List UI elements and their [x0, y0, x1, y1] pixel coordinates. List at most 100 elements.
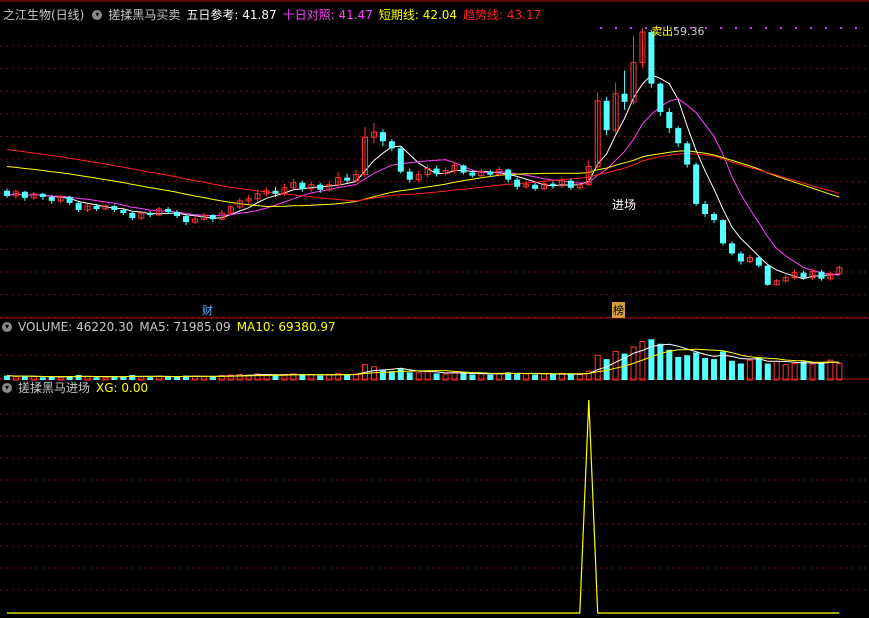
signal-line [7, 399, 840, 614]
candle-body [344, 177, 351, 181]
dot-marker [750, 27, 752, 29]
volume-bar [791, 363, 798, 381]
dot-marker [825, 27, 827, 29]
volume-bar [728, 360, 735, 380]
short-label: 短期线: [378, 8, 423, 22]
candle-body [460, 165, 467, 173]
price-header: 之江生物(日线) ▾ 搓揉黑马买卖 五日参考: 41.87 十日对照: 41.4… [0, 6, 547, 24]
volume-bar [836, 363, 843, 381]
chevron-down-icon[interactable]: ▾ [2, 383, 12, 393]
ma10-label: 十日对照: [282, 8, 339, 22]
candle-body [603, 100, 610, 131]
enter-annotation: 进场 [612, 198, 637, 212]
candle-body [818, 271, 825, 279]
candle-body [120, 209, 127, 214]
volume-bar [764, 363, 771, 380]
indicator-name[interactable]: 搓揉黑马买卖 [108, 6, 180, 24]
volume-bar [200, 376, 207, 381]
volume-bar [746, 359, 753, 381]
candle-body [129, 213, 136, 219]
candle-body [66, 196, 73, 203]
candle-body [549, 183, 556, 186]
volume-header: ▾ VOLUME: 46220.30 MA5: 71985.09 MA10: 6… [0, 318, 342, 336]
volume-bar [165, 376, 172, 380]
candle-body [75, 202, 82, 210]
volume-readout: VOLUME: 46220.30 [18, 318, 133, 336]
volume-bar [666, 349, 673, 380]
candle-body [648, 32, 655, 84]
volume-bar [397, 369, 404, 380]
candle-body [621, 93, 628, 102]
vol-ma5-value: 71985.09 [173, 320, 231, 334]
fin-badge[interactable]: 财 [202, 302, 213, 318]
candle-body [272, 190, 279, 194]
candle-body [720, 220, 726, 244]
vol-ma10-readout: MA10: 69380.97 [237, 318, 336, 336]
ma5-line [6, 74, 840, 280]
volume-bar [370, 366, 377, 381]
candle-body [93, 205, 100, 209]
volume-bar [773, 360, 780, 381]
rank-badge[interactable]: 榜 [612, 302, 625, 318]
volume-bar [702, 358, 709, 380]
dot-marker [735, 27, 737, 29]
ma10-value: 41.47 [338, 8, 373, 22]
chevron-down-icon[interactable]: ▾ [92, 10, 103, 20]
candle-body [675, 128, 682, 144]
volume-bar [648, 339, 655, 380]
candle-body [406, 171, 413, 180]
volume-bar [693, 352, 700, 380]
volume-bar [299, 375, 306, 380]
short-value: 42.04 [422, 8, 458, 22]
dot-marker [720, 27, 722, 29]
candle-body [532, 184, 539, 189]
dot-marker [600, 27, 602, 29]
volume-bar [711, 359, 718, 380]
candle-body [657, 83, 664, 112]
volume-bar [800, 361, 807, 380]
dot-marker [855, 27, 857, 29]
trend-value: 43.17 [506, 8, 542, 22]
vol-ma5-label: MA5: [139, 320, 174, 334]
chevron-down-icon[interactable]: ▾ [2, 322, 12, 332]
volume-bar [344, 374, 351, 380]
dot-marker [795, 27, 797, 29]
xg-value: 0.00 [121, 381, 149, 395]
dot-marker [615, 27, 617, 29]
sell-label: 卖出 [651, 25, 673, 38]
vol-ma10-value: 69380.97 [278, 320, 336, 334]
volume-bar [549, 374, 556, 380]
volume-bar [684, 355, 691, 380]
trend-readout: 趋势线: 43.17 [463, 6, 541, 24]
signal-name[interactable]: 搓揉黑马进场 [18, 379, 90, 397]
candle-body [183, 216, 189, 223]
signal-header: ▾ 搓揉黑马进场 XG: 0.00 [0, 379, 154, 397]
volume-bar [469, 374, 476, 380]
candle-body [21, 191, 28, 198]
dot-marker [630, 27, 632, 29]
candle-body [487, 171, 494, 175]
volume-bar [657, 343, 664, 380]
volume-bar [487, 374, 494, 380]
volume-bar [675, 356, 682, 380]
candle-body [4, 190, 10, 196]
xg-label: XG: [96, 381, 122, 395]
xg-readout: XG: 0.00 [96, 379, 148, 397]
candle-body [728, 243, 735, 254]
volume-bar [567, 373, 574, 380]
short-readout: 短期线: 42.04 [379, 6, 457, 24]
candle-body [737, 253, 744, 262]
trend-line [6, 149, 840, 202]
volume-bar [317, 375, 324, 380]
dot-marker [765, 27, 767, 29]
candle-body [666, 111, 673, 129]
candle-body [693, 164, 700, 204]
candle-body [702, 203, 709, 215]
volume-bar [782, 364, 789, 381]
stock-title[interactable]: 之江生物(日线) [3, 6, 84, 24]
candle-body [317, 184, 324, 190]
volume-bar [737, 363, 744, 380]
candle-body [469, 172, 476, 176]
ma5-label: 五日参考: [186, 8, 243, 22]
candle-body [174, 212, 181, 217]
